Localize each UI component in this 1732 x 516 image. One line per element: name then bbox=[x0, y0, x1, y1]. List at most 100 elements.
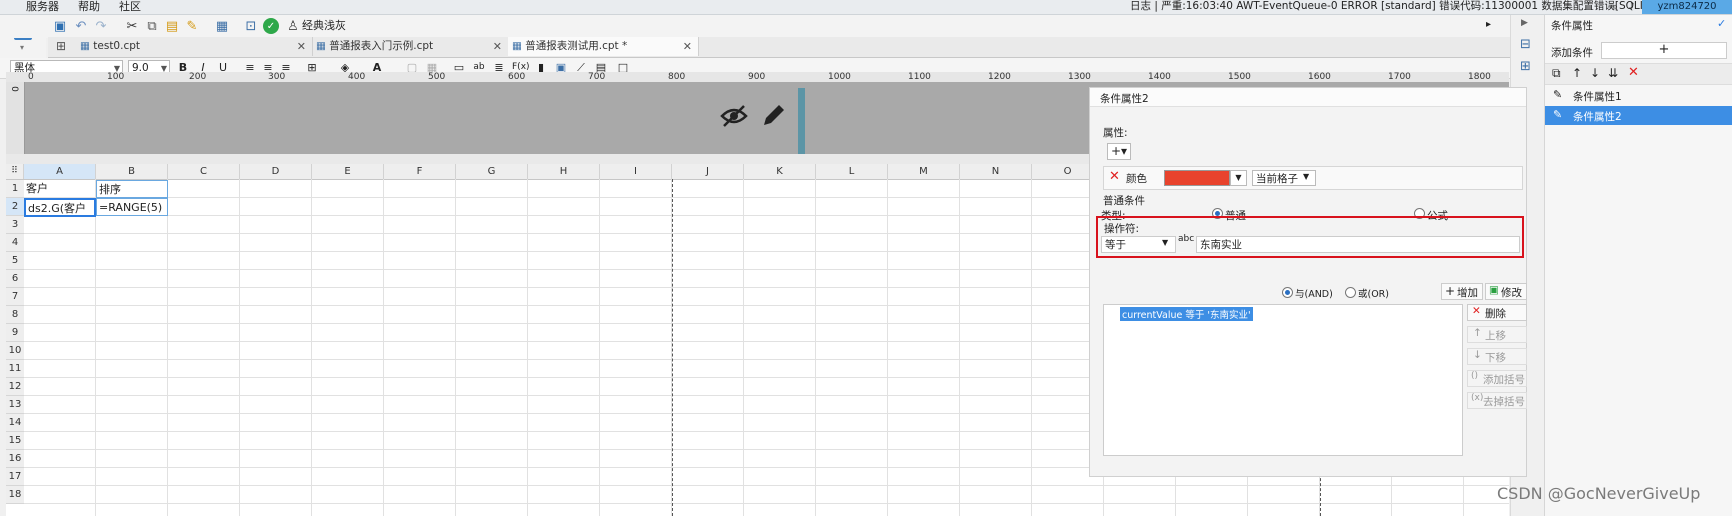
bell-icon[interactable]: ♪ bbox=[1628, 0, 1634, 13]
col-header-k[interactable]: K bbox=[744, 164, 816, 179]
col-header-f[interactable]: F bbox=[384, 164, 456, 179]
copy-icon[interactable]: ⧉ bbox=[1552, 66, 1561, 81]
modify-button[interactable]: ▣ 修改 bbox=[1485, 283, 1527, 300]
col-header-c[interactable]: C bbox=[168, 164, 240, 179]
dropdown-arrow-icon[interactable]: ▾ bbox=[20, 43, 24, 52]
or-radio[interactable] bbox=[1345, 287, 1356, 298]
tab-test0[interactable]: ▦ test0.cpt ✕ bbox=[78, 37, 313, 56]
add-button[interactable]: + 增加 bbox=[1441, 283, 1483, 300]
and-radio[interactable] bbox=[1282, 287, 1293, 298]
preview-icon[interactable]: ⊡ bbox=[243, 18, 259, 34]
cell-b2[interactable]: =RANGE(5) bbox=[96, 198, 168, 216]
col-header-l[interactable]: L bbox=[816, 164, 888, 179]
value-type-icon[interactable]: abc bbox=[1178, 234, 1194, 244]
redo-icon[interactable]: ↷ bbox=[93, 18, 109, 34]
col-header-j[interactable]: J bbox=[672, 164, 744, 179]
row-header[interactable]: 9 bbox=[6, 324, 24, 342]
tab-intro-example[interactable]: ▦ 普通报表入门示例.cpt ✕ bbox=[312, 37, 509, 56]
col-header-m[interactable]: M bbox=[888, 164, 960, 179]
menu-server[interactable]: 服务器 bbox=[26, 0, 59, 13]
row-header[interactable]: 8 bbox=[6, 306, 24, 324]
close-icon[interactable]: ✕ bbox=[493, 37, 502, 56]
grid-menu-icon[interactable]: ⊞ bbox=[56, 39, 66, 53]
cell-attr-icon[interactable]: ⊟ bbox=[1520, 37, 1531, 52]
add-bracket-button[interactable]: () 添加括号 bbox=[1467, 370, 1527, 387]
undo-icon[interactable]: ↶ bbox=[73, 18, 89, 34]
row-header[interactable]: 5 bbox=[6, 252, 24, 270]
shirt-icon[interactable]: ♙ bbox=[285, 18, 301, 34]
add-condition-button[interactable]: + bbox=[1601, 42, 1727, 59]
search-icon[interactable]: ⌕ bbox=[1612, 0, 1618, 13]
eye-off-icon[interactable] bbox=[720, 104, 748, 128]
condition-list-item-2[interactable]: ✎ 条件属性2 bbox=[1545, 106, 1732, 125]
condition-list-item-1[interactable]: ✎ 条件属性1 bbox=[1545, 86, 1732, 105]
move-down-button[interactable]: ↓ 下移 bbox=[1467, 348, 1527, 365]
row-header[interactable]: 17 bbox=[6, 468, 24, 486]
remove-bracket-button[interactable]: (x) 去掉括号 bbox=[1467, 392, 1527, 409]
menu-help[interactable]: 帮助 bbox=[78, 0, 100, 13]
pin-icon[interactable]: ▸ bbox=[1486, 19, 1491, 30]
paste-icon[interactable]: ▤ bbox=[164, 18, 180, 34]
scope-select[interactable]: 当前格子 ▼ bbox=[1252, 170, 1316, 186]
menu-community[interactable]: 社区 bbox=[119, 0, 141, 13]
col-header-d[interactable]: D bbox=[240, 164, 312, 179]
add-attribute-button[interactable]: +▾ bbox=[1107, 143, 1131, 160]
condition-attr-icon[interactable]: ⊞ bbox=[1520, 59, 1531, 74]
cell-a1[interactable]: 客户 bbox=[24, 180, 96, 198]
row-header[interactable]: 11 bbox=[6, 360, 24, 378]
row-header[interactable]: 15 bbox=[6, 432, 24, 450]
row-header[interactable]: 1 bbox=[6, 180, 24, 198]
row-header[interactable]: 10 bbox=[6, 342, 24, 360]
col-header-e[interactable]: E bbox=[312, 164, 384, 179]
condition-expression-list[interactable]: currentValue 等于 '东南实业' bbox=[1103, 304, 1463, 456]
cut-icon[interactable]: ✂ bbox=[124, 18, 140, 34]
arrow-down-icon[interactable]: ↓ bbox=[1590, 66, 1600, 80]
check-icon[interactable]: ✓ bbox=[1717, 17, 1726, 30]
row-header[interactable]: 7 bbox=[6, 288, 24, 306]
close-icon[interactable]: ✕ bbox=[297, 37, 306, 56]
col-header-g[interactable]: G bbox=[456, 164, 528, 179]
format-painter-icon[interactable]: ✎ bbox=[184, 18, 200, 34]
move-up-button[interactable]: ↑ 上移 bbox=[1467, 326, 1527, 343]
form-icon[interactable]: ▦ bbox=[214, 18, 230, 34]
user-badge[interactable]: yzm824720 bbox=[1642, 0, 1732, 14]
row-header[interactable]: 12 bbox=[6, 378, 24, 396]
pencil-icon[interactable] bbox=[760, 103, 786, 129]
tab-test-report[interactable]: ▦ 普通报表测试用.cpt * ✕ bbox=[508, 37, 699, 56]
grid-col-line bbox=[383, 179, 384, 516]
col-header-h[interactable]: H bbox=[528, 164, 600, 179]
select-all-corner[interactable]: ⠿ bbox=[6, 164, 24, 179]
row-header[interactable]: 14 bbox=[6, 414, 24, 432]
row-header[interactable]: 13 bbox=[6, 396, 24, 414]
color-swatch[interactable] bbox=[1164, 170, 1230, 186]
chevron-down-icon[interactable]: ▼ bbox=[1230, 170, 1247, 186]
operand-input[interactable]: 东南实业 bbox=[1196, 236, 1520, 253]
arrow-up-icon[interactable]: ↑ bbox=[1572, 66, 1582, 80]
col-header-b[interactable]: B bbox=[96, 164, 168, 179]
check-icon[interactable]: ✓ bbox=[263, 18, 279, 34]
copy-icon[interactable]: ⧉ bbox=[144, 18, 160, 34]
row-header[interactable]: 2 bbox=[6, 198, 24, 216]
row-header[interactable]: 4 bbox=[6, 234, 24, 252]
row-header[interactable]: 18 bbox=[6, 486, 24, 504]
row-header[interactable]: 6 bbox=[6, 270, 24, 288]
col-header-i[interactable]: I bbox=[600, 164, 672, 179]
operator-select[interactable]: 等于 ▼ bbox=[1101, 236, 1176, 253]
save-icon[interactable]: ▣ bbox=[52, 18, 68, 34]
chevron-right-icon[interactable]: ▶ bbox=[1521, 18, 1528, 28]
row-header[interactable]: 16 bbox=[6, 450, 24, 468]
band-divider[interactable] bbox=[798, 88, 805, 154]
col-header-a[interactable]: A bbox=[24, 164, 96, 179]
delete-icon[interactable]: ✕ bbox=[1628, 65, 1639, 80]
theme-label[interactable]: 经典浅灰 bbox=[302, 18, 346, 34]
col-header-n[interactable]: N bbox=[960, 164, 1032, 179]
sort-icon[interactable]: ⇊ bbox=[1608, 66, 1618, 80]
row-header[interactable]: 3 bbox=[6, 216, 24, 234]
close-icon[interactable]: ✕ bbox=[683, 37, 692, 56]
condition-expression-item[interactable]: currentValue 等于 '东南实业' bbox=[1120, 307, 1253, 321]
log-status-text[interactable]: 日志 | 严重:16:03:40 AWT-EventQueue-0 ERROR … bbox=[1130, 0, 1685, 13]
cell-a2[interactable]: ds2.G(客户 bbox=[24, 198, 96, 217]
remove-attribute-icon[interactable]: ✕ bbox=[1109, 169, 1120, 184]
cell-b1[interactable]: 排序 bbox=[96, 180, 168, 198]
delete-button[interactable]: ✕ 删除 bbox=[1467, 304, 1527, 321]
